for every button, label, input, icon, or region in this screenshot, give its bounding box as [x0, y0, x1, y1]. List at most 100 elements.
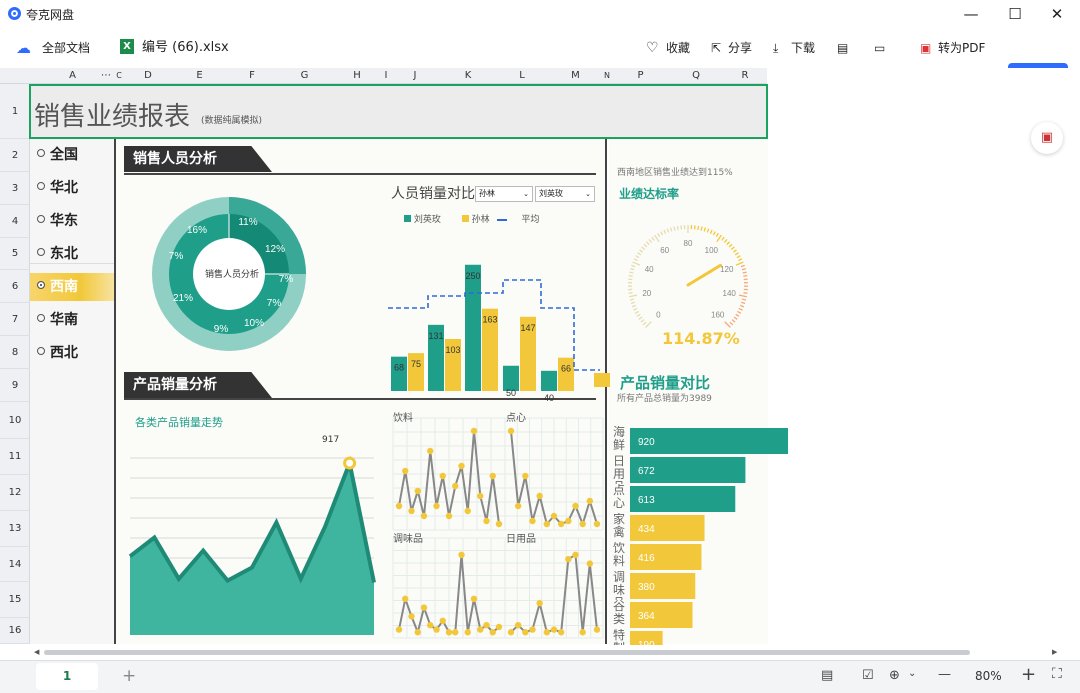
legend-item-1: 刘英玫 [413, 215, 441, 225]
mini-point [514, 502, 522, 510]
donut-label: 10% [244, 318, 264, 329]
hbar-value: 434 [638, 524, 655, 535]
hbar-value: 920 [638, 437, 655, 448]
hbar-category: 点心 [613, 484, 626, 510]
mini-point [414, 487, 421, 495]
donut-label: 9% [214, 324, 229, 335]
scroll-right-arrow[interactable]: ▶ [1052, 648, 1057, 656]
mini-point [579, 629, 586, 636]
compare-bar-a-label: 50 [506, 388, 516, 398]
mini-point [593, 520, 601, 528]
hbar-value: 613 [638, 495, 655, 506]
gauge-tick-label: 0 [656, 311, 661, 320]
donut-center-label: 销售人员分析 [205, 268, 259, 279]
hbar-category: 谷类 [613, 600, 626, 626]
gauge-tick-label: 120 [720, 265, 734, 274]
compare-bar-a-label: 40 [544, 393, 554, 403]
hbar-category: 家禽 [613, 513, 626, 539]
fullscreen-icon[interactable]: ⛶ [1052, 666, 1062, 682]
donut-label: 16% [187, 225, 207, 236]
compare-bar-a [541, 370, 557, 391]
donut-label: 21% [173, 293, 193, 304]
compare-select-2[interactable]: 刘英玫 ⌄ [535, 186, 595, 202]
kpi-note: 西南地区销售业绩达到115% [617, 168, 733, 178]
side-pdf-button[interactable]: ▣ [1031, 122, 1063, 154]
sheet-tab-1[interactable]: 1 [36, 663, 98, 690]
mini-point [522, 472, 529, 480]
mini-label-seasoning: 调味品 [393, 534, 423, 545]
view-mode-icon[interactable]: ▤ [821, 668, 833, 683]
mini-point [557, 629, 565, 636]
mini-point [593, 626, 601, 633]
hbar-value: 672 [638, 466, 655, 477]
mini-point [458, 551, 465, 558]
mini-point [402, 595, 409, 602]
pdf-icon: ▣ [1040, 130, 1054, 145]
product-compare-title: 产品销量对比 [620, 374, 711, 392]
mini-point [586, 497, 594, 505]
mini-point [483, 517, 490, 525]
mini-point [452, 482, 459, 490]
mini-point [579, 520, 586, 528]
legend-item-3: 平均 [521, 215, 540, 225]
area-fill [130, 463, 374, 635]
compare-bar-b-label: 75 [411, 359, 421, 369]
kpi-title: 业绩达标率 [619, 187, 680, 201]
bar-35-marker [594, 373, 610, 387]
mini-point [458, 462, 465, 470]
legend-swatch-3 [496, 218, 507, 221]
donut-label: 7% [169, 251, 184, 262]
dashboard-charts: 11%12%7%7%10%9%21%7%16% 销售人员分析 681312505… [128, 197, 788, 645]
mini-label-drinks: 饮料 [393, 413, 413, 424]
mini-point [433, 626, 440, 633]
mini-point [543, 520, 551, 528]
gauge-tick-label: 140 [723, 289, 737, 298]
zoom-out-button[interactable]: — [938, 667, 951, 682]
mini-point [550, 626, 558, 633]
compare-bar-a-label: 68 [394, 363, 404, 373]
donut-label: 7% [279, 274, 294, 285]
hbar-value: 380 [638, 582, 655, 593]
compare-title: 人员销量对比 [391, 186, 475, 202]
scroll-left-arrow[interactable]: ◀ [34, 648, 39, 656]
mini-point [507, 427, 515, 435]
donut-label: 11% [238, 217, 257, 228]
legend-swatch-1 [404, 215, 411, 222]
mini-point [514, 622, 522, 629]
mini-point [529, 626, 536, 633]
area-peak-marker [343, 456, 357, 470]
mini-point [572, 551, 579, 558]
scroll-thumb[interactable] [44, 650, 970, 655]
mini-point [550, 512, 558, 520]
zoom-in-button[interactable]: + [1021, 664, 1036, 685]
mini-point [427, 622, 434, 629]
donut-label: 7% [267, 298, 282, 309]
mini-point [507, 629, 515, 636]
freeze-icon[interactable]: ⊕ [889, 668, 900, 683]
mini-point [439, 617, 446, 624]
gauge-tick-label: 100 [705, 246, 719, 255]
mini-point [565, 556, 572, 563]
add-sheet-button[interactable]: + [122, 666, 136, 686]
compare-bar-b-label: 163 [482, 315, 497, 325]
hbar-category: 调味品 [613, 571, 626, 600]
compare-select-1-value: 孙林 [479, 189, 495, 198]
legend-swatch-2 [461, 215, 469, 222]
mini-point [489, 629, 496, 636]
gauge-tick-label: 60 [660, 246, 669, 255]
zoom-level: 80% [975, 669, 1002, 683]
chevron-down-icon[interactable]: ⌄ [908, 668, 916, 679]
mini-point [439, 472, 446, 480]
compare-bar-b-label: 66 [561, 364, 571, 374]
gauge-tick-label: 20 [642, 289, 651, 298]
mini-point [408, 507, 415, 515]
mini-point [483, 622, 490, 629]
mini-point [433, 502, 440, 510]
donut-label: 12% [265, 244, 285, 255]
horizontal-scrollbar[interactable]: ◀ ▶ [30, 645, 1070, 660]
mini-point [427, 447, 434, 455]
compare-bar-a [465, 264, 481, 391]
compare-select-1[interactable]: 孙林 ⌄ [475, 186, 533, 202]
check-icon[interactable]: ☑ [862, 668, 874, 683]
mini-point [414, 629, 421, 636]
